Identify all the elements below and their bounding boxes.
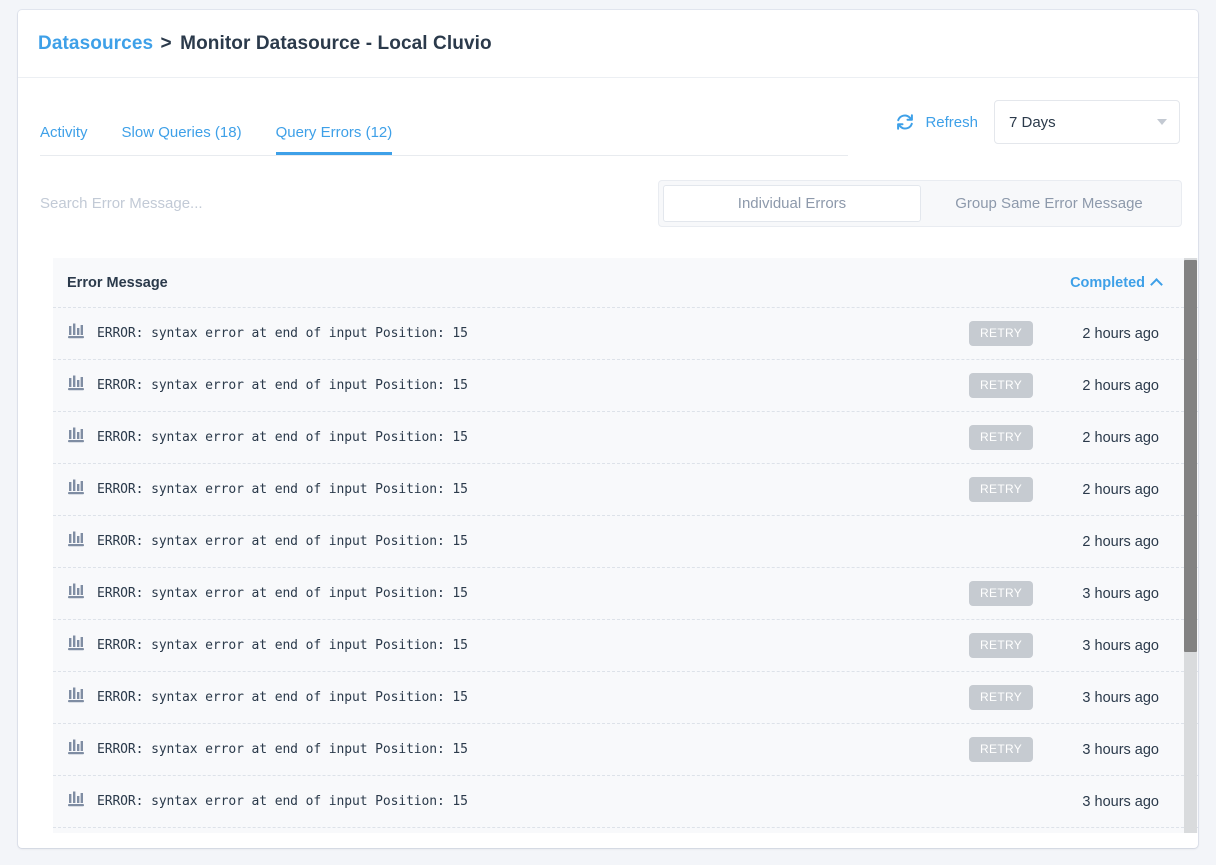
table-row[interactable]: ERROR: syntax error at end of input Posi… — [53, 516, 1198, 568]
retry-slot: RETRY — [931, 373, 1051, 398]
table-row[interactable]: ERROR: syntax error at end of input Posi… — [53, 672, 1198, 724]
bar-chart-icon — [67, 478, 97, 501]
bar-chart-icon — [67, 738, 97, 761]
retry-slot: RETRY — [931, 321, 1051, 346]
relative-time: 2 hours ago — [1082, 481, 1159, 498]
error-message-text: ERROR: syntax error at end of input Posi… — [97, 794, 468, 809]
retry-button[interactable]: RETRY — [969, 737, 1033, 762]
error-message-text: ERROR: syntax error at end of input Posi… — [97, 586, 468, 601]
relative-time: 2 hours ago — [1082, 377, 1159, 394]
table-row[interactable]: ERROR: syntax error at end of input Posi… — [53, 724, 1198, 776]
retry-button[interactable]: RETRY — [969, 477, 1033, 502]
bar-chart-icon — [67, 790, 97, 813]
error-message-text: ERROR: syntax error at end of input Posi… — [97, 534, 468, 549]
table-body: ERROR: syntax error at end of input Posi… — [53, 308, 1198, 833]
retry-slot: RETRY — [931, 581, 1051, 606]
time-range-select[interactable]: 7 Days — [994, 100, 1180, 144]
relative-time: 3 hours ago — [1082, 637, 1159, 654]
bar-chart-icon — [67, 322, 97, 345]
breadcrumb-current: Monitor Datasource - Local Cluvio — [180, 32, 492, 54]
segment-individual-errors[interactable]: Individual Errors — [663, 185, 921, 222]
datasource-card: Datasources > Monitor Datasource - Local… — [18, 10, 1198, 848]
retry-button[interactable]: RETRY — [969, 425, 1033, 450]
bar-chart-icon — [67, 582, 97, 605]
retry-slot: RETRY — [931, 633, 1051, 658]
relative-time: 2 hours ago — [1082, 533, 1159, 550]
retry-slot: RETRY — [931, 425, 1051, 450]
table-row[interactable]: ERROR: syntax error at end of input Posi… — [53, 568, 1198, 620]
toolbar: Refresh 7 Days — [895, 100, 1180, 144]
error-message-text: ERROR: syntax error at end of input Posi… — [97, 378, 468, 393]
table-row[interactable]: ERROR: syntax error at end of input Posi… — [53, 776, 1198, 828]
table-row[interactable]: ERROR: syntax error at end of input Posi… — [53, 464, 1198, 516]
error-message-text: ERROR: syntax error at end of input Posi… — [97, 690, 468, 705]
refresh-button[interactable]: Refresh — [895, 112, 978, 132]
error-message-text: ERROR: syntax error at end of input Posi… — [97, 430, 468, 445]
breadcrumb-root-link[interactable]: Datasources — [38, 33, 153, 54]
relative-time: 3 hours ago — [1082, 585, 1159, 602]
search-input[interactable] — [40, 183, 600, 223]
table-scrollbar[interactable] — [1184, 258, 1197, 833]
table-header-row: Error Message Completed — [53, 258, 1198, 308]
error-message-text: ERROR: syntax error at end of input Posi… — [97, 742, 468, 757]
header-bar: Datasources > Monitor Datasource - Local… — [18, 10, 1198, 78]
error-message-text: ERROR: syntax error at end of input Posi… — [97, 482, 468, 497]
retry-button[interactable]: RETRY — [969, 321, 1033, 346]
tabs-underline — [40, 155, 848, 156]
retry-button[interactable]: RETRY — [969, 581, 1033, 606]
retry-button[interactable]: RETRY — [969, 685, 1033, 710]
tab-slow-queries[interactable]: Slow Queries (18) — [122, 124, 242, 155]
error-message-text: ERROR: syntax error at end of input Posi… — [97, 638, 468, 653]
bar-chart-icon — [67, 686, 97, 709]
column-header-error-message: Error Message — [67, 274, 168, 291]
segment-group-same-error[interactable]: Group Same Error Message — [921, 185, 1177, 222]
scrollbar-thumb[interactable] — [1184, 260, 1197, 652]
relative-time: 3 hours ago — [1082, 741, 1159, 758]
chevron-up-icon — [1150, 278, 1163, 291]
tab-list: Activity Slow Queries (18) Query Errors … — [40, 95, 426, 155]
bar-chart-icon — [67, 374, 97, 397]
table-row[interactable]: ERROR: syntax error at end of input Posi… — [53, 360, 1198, 412]
bar-chart-icon — [67, 426, 97, 449]
refresh-label: Refresh — [925, 113, 978, 131]
retry-slot: RETRY — [931, 685, 1051, 710]
breadcrumb: Datasources > Monitor Datasource - Local… — [38, 33, 492, 55]
filter-bar: Individual Errors Group Same Error Messa… — [18, 172, 1198, 234]
retry-button[interactable]: RETRY — [969, 633, 1033, 658]
grouping-toggle: Individual Errors Group Same Error Messa… — [658, 180, 1182, 227]
time-range-value: 7 Days — [1009, 113, 1056, 131]
errors-table: Error Message Completed ERROR: syntax er… — [53, 258, 1198, 833]
relative-time: 3 hours ago — [1082, 689, 1159, 706]
column-header-completed-label: Completed — [1070, 274, 1145, 291]
app-page: Datasources > Monitor Datasource - Local… — [0, 0, 1216, 865]
retry-slot: RETRY — [931, 737, 1051, 762]
refresh-icon — [895, 112, 915, 132]
retry-slot: RETRY — [931, 477, 1051, 502]
relative-time: 2 hours ago — [1082, 429, 1159, 446]
error-message-text: ERROR: syntax error at end of input Posi… — [97, 326, 468, 341]
bar-chart-icon — [67, 634, 97, 657]
relative-time: 2 hours ago — [1082, 325, 1159, 342]
breadcrumb-separator: > — [160, 32, 172, 54]
tab-query-errors[interactable]: Query Errors (12) — [275, 124, 393, 155]
bar-chart-icon — [67, 530, 97, 553]
column-header-completed[interactable]: Completed — [1070, 275, 1181, 291]
table-row[interactable]: ERROR: syntax error at end of input Posi… — [53, 308, 1198, 360]
retry-button[interactable]: RETRY — [969, 373, 1033, 398]
tab-activity[interactable]: Activity — [40, 124, 88, 155]
relative-time: 3 hours ago — [1082, 793, 1159, 810]
table-row[interactable]: ERROR: syntax error at end of input Posi… — [53, 620, 1198, 672]
table-row[interactable]: ERROR: syntax error at end of input Posi… — [53, 412, 1198, 464]
chevron-down-icon — [1157, 119, 1167, 125]
tabs-row: Activity Slow Queries (18) Query Errors … — [18, 78, 1198, 172]
